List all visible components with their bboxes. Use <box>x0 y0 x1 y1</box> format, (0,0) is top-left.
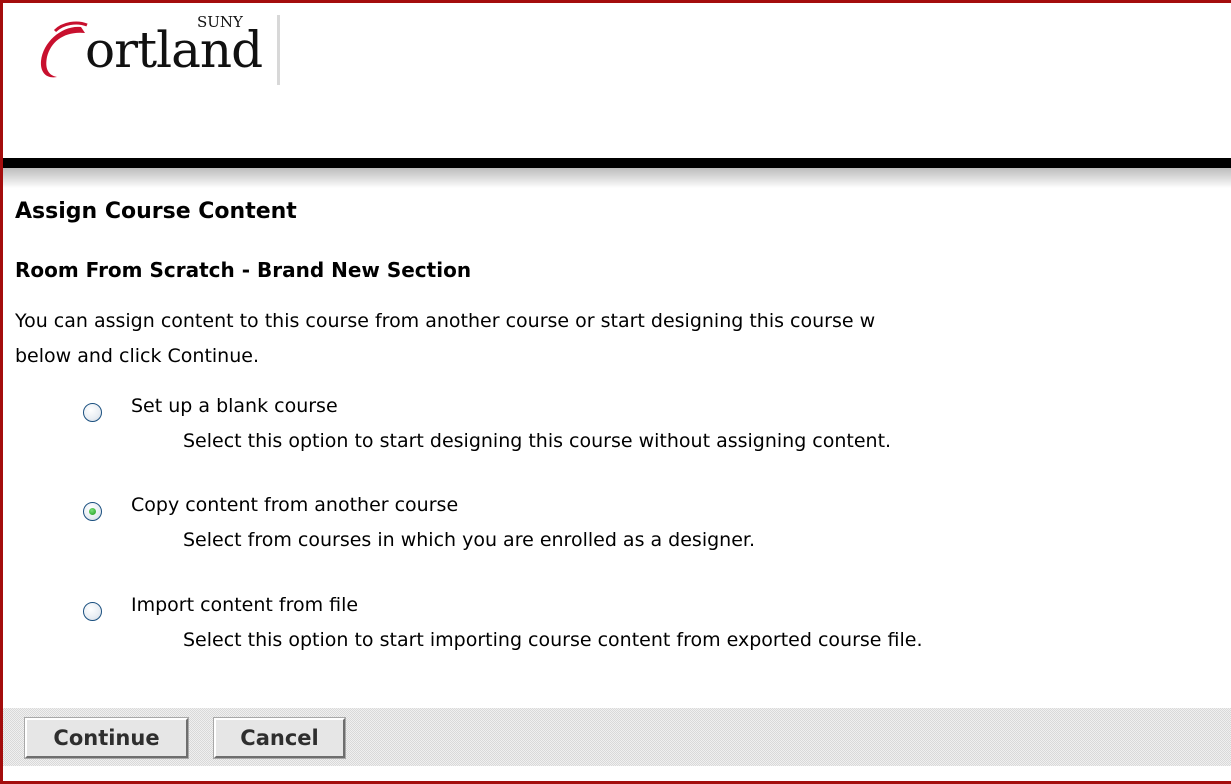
logo-wordmark: ortland <box>85 21 263 79</box>
radio-selected-dot <box>89 508 96 515</box>
continue-button[interactable]: Continue <box>24 717 189 759</box>
page-frame: ortland SUNY Assign Course Content Room … <box>0 0 1231 784</box>
option-copy-content[interactable]: Copy content from another course Select … <box>81 494 1221 564</box>
intro-text-line-1: You can assign content to this course fr… <box>15 310 876 332</box>
radio-import-file[interactable] <box>83 602 102 621</box>
option-label[interactable]: Import content from file <box>131 594 358 616</box>
section-title: Room From Scratch - Brand New Section <box>15 258 472 282</box>
logo-edge-divider <box>277 15 280 85</box>
button-bar: Continue Cancel <box>3 708 1231 766</box>
logo-suny: SUNY <box>197 13 243 31</box>
header-divider-bar <box>3 158 1231 168</box>
page-title: Assign Course Content <box>15 199 297 224</box>
option-label[interactable]: Copy content from another course <box>131 494 458 516</box>
header-divider-shadow <box>3 168 1231 188</box>
option-import-file[interactable]: Import content from file Select this opt… <box>81 594 1221 664</box>
radio-blank-course[interactable] <box>83 403 102 422</box>
option-blank-course[interactable]: Set up a blank course Select this option… <box>81 395 1221 465</box>
option-label[interactable]: Set up a blank course <box>131 395 338 417</box>
intro-text-line-2: below and click Continue. <box>15 345 259 367</box>
suny-cortland-logo: ortland SUNY <box>33 13 281 85</box>
option-description: Select this option to start importing co… <box>183 629 923 651</box>
radio-copy-content[interactable] <box>83 502 102 521</box>
cancel-button[interactable]: Cancel <box>213 717 346 759</box>
option-description: Select this option to start designing th… <box>183 430 892 452</box>
option-description: Select from courses in which you are enr… <box>183 529 756 551</box>
